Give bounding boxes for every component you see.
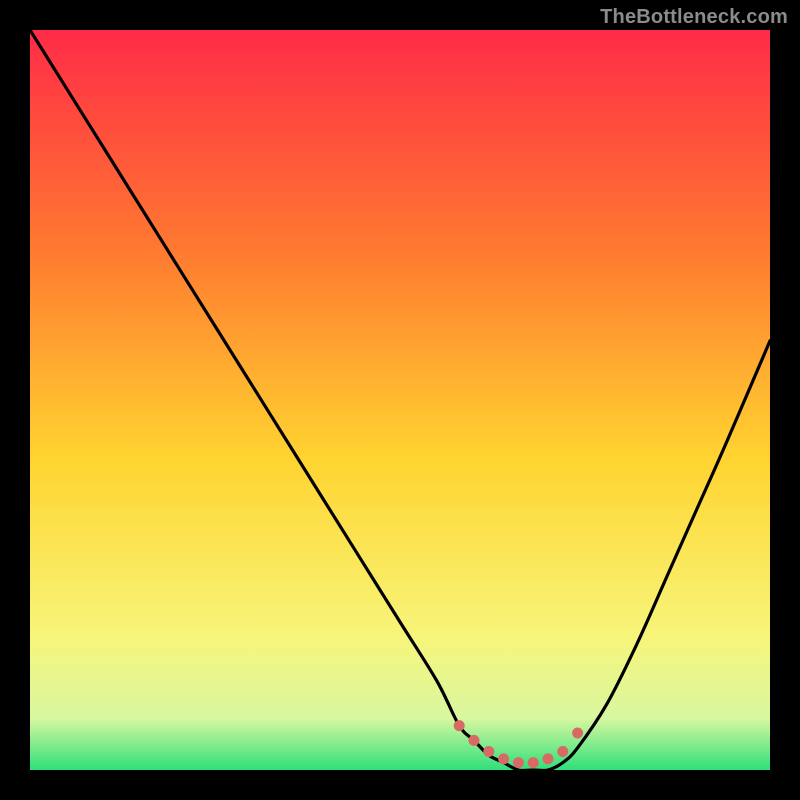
curve-marker — [454, 720, 465, 731]
curve-path — [30, 30, 770, 770]
curve-marker — [513, 757, 524, 768]
curve-marker — [483, 746, 494, 757]
watermark-text: TheBottleneck.com — [600, 6, 788, 29]
chart-frame: TheBottleneck.com — [0, 0, 800, 800]
curve-marker — [498, 753, 509, 764]
curve-marker — [572, 728, 583, 739]
curve-marker — [557, 746, 568, 757]
plot-area — [30, 30, 770, 770]
bottleneck-curve — [30, 30, 770, 770]
curve-marker — [528, 757, 539, 768]
curve-marker — [469, 735, 480, 746]
curve-marker — [543, 753, 554, 764]
